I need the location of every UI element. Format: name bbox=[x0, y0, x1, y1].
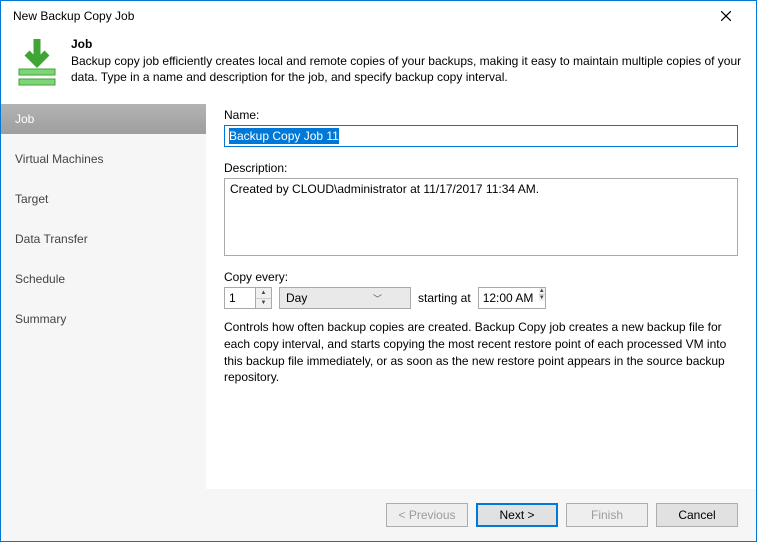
interval-hint: Controls how often backup copies are cre… bbox=[224, 319, 738, 386]
next-button[interactable]: Next > bbox=[476, 503, 558, 527]
header-text: Job Backup copy job efficiently creates … bbox=[71, 37, 742, 85]
spinner-up-icon[interactable]: ▲ bbox=[256, 288, 271, 299]
description-label: Description: bbox=[224, 161, 738, 175]
wizard-steps-sidebar: Job Virtual Machines Target Data Transfe… bbox=[1, 104, 206, 489]
name-input[interactable] bbox=[224, 125, 738, 147]
copy-every-label: Copy every: bbox=[224, 270, 738, 284]
form-panel: Name: Backup Copy Job 11 Description: Co… bbox=[206, 104, 756, 489]
spinner-down-icon[interactable]: ▼ bbox=[539, 295, 545, 301]
window-title: New Backup Copy Job bbox=[13, 9, 134, 23]
copy-count-input[interactable] bbox=[225, 288, 255, 308]
time-spinner-arrows: ▲ ▼ bbox=[539, 288, 545, 308]
name-label: Name: bbox=[224, 108, 738, 122]
copy-count-spinner[interactable]: ▲ ▼ bbox=[224, 287, 272, 309]
previous-button[interactable]: < Previous bbox=[386, 503, 468, 527]
sidebar-item-label: Summary bbox=[15, 312, 66, 326]
finish-button[interactable]: Finish bbox=[566, 503, 648, 527]
step-summary[interactable]: Summary bbox=[1, 304, 206, 334]
start-time-input[interactable] bbox=[479, 288, 539, 308]
header-title: Job bbox=[71, 37, 742, 51]
spinner-down-icon[interactable]: ▼ bbox=[256, 299, 271, 309]
wizard-body: Job Virtual Machines Target Data Transfe… bbox=[1, 104, 756, 489]
copy-unit-combo[interactable]: Day ﹀ bbox=[279, 287, 411, 309]
step-data-transfer[interactable]: Data Transfer bbox=[1, 224, 206, 254]
step-job[interactable]: Job bbox=[1, 104, 206, 134]
sidebar-item-label: Data Transfer bbox=[15, 232, 88, 246]
wizard-footer: < Previous Next > Finish Cancel bbox=[1, 489, 756, 541]
header-description: Backup copy job efficiently creates loca… bbox=[71, 53, 742, 85]
wizard-header: Job Backup copy job efficiently creates … bbox=[1, 31, 756, 104]
step-virtual-machines[interactable]: Virtual Machines bbox=[1, 144, 206, 174]
start-time-spinner[interactable]: ▲ ▼ bbox=[478, 287, 546, 309]
close-button[interactable] bbox=[706, 2, 746, 30]
copy-interval-row: ▲ ▼ Day ﹀ starting at ▲ ▼ bbox=[224, 287, 738, 309]
sidebar-item-label: Job bbox=[15, 112, 34, 126]
job-icon bbox=[15, 37, 59, 90]
step-schedule[interactable]: Schedule bbox=[1, 264, 206, 294]
starting-at-label: starting at bbox=[418, 291, 471, 305]
titlebar: New Backup Copy Job bbox=[1, 1, 756, 31]
spinner-up-icon[interactable]: ▲ bbox=[539, 288, 545, 295]
spinner-arrows: ▲ ▼ bbox=[255, 288, 271, 308]
description-input[interactable] bbox=[224, 178, 738, 256]
close-icon bbox=[721, 11, 731, 21]
sidebar-item-label: Target bbox=[15, 192, 48, 206]
wizard-window: New Backup Copy Job Job Backup copy job … bbox=[0, 0, 757, 542]
chevron-down-icon: ﹀ bbox=[345, 292, 410, 305]
sidebar-item-label: Schedule bbox=[15, 272, 65, 286]
copy-unit-value: Day bbox=[280, 291, 345, 305]
cancel-button[interactable]: Cancel bbox=[656, 503, 738, 527]
sidebar-item-label: Virtual Machines bbox=[15, 152, 104, 166]
step-target[interactable]: Target bbox=[1, 184, 206, 214]
